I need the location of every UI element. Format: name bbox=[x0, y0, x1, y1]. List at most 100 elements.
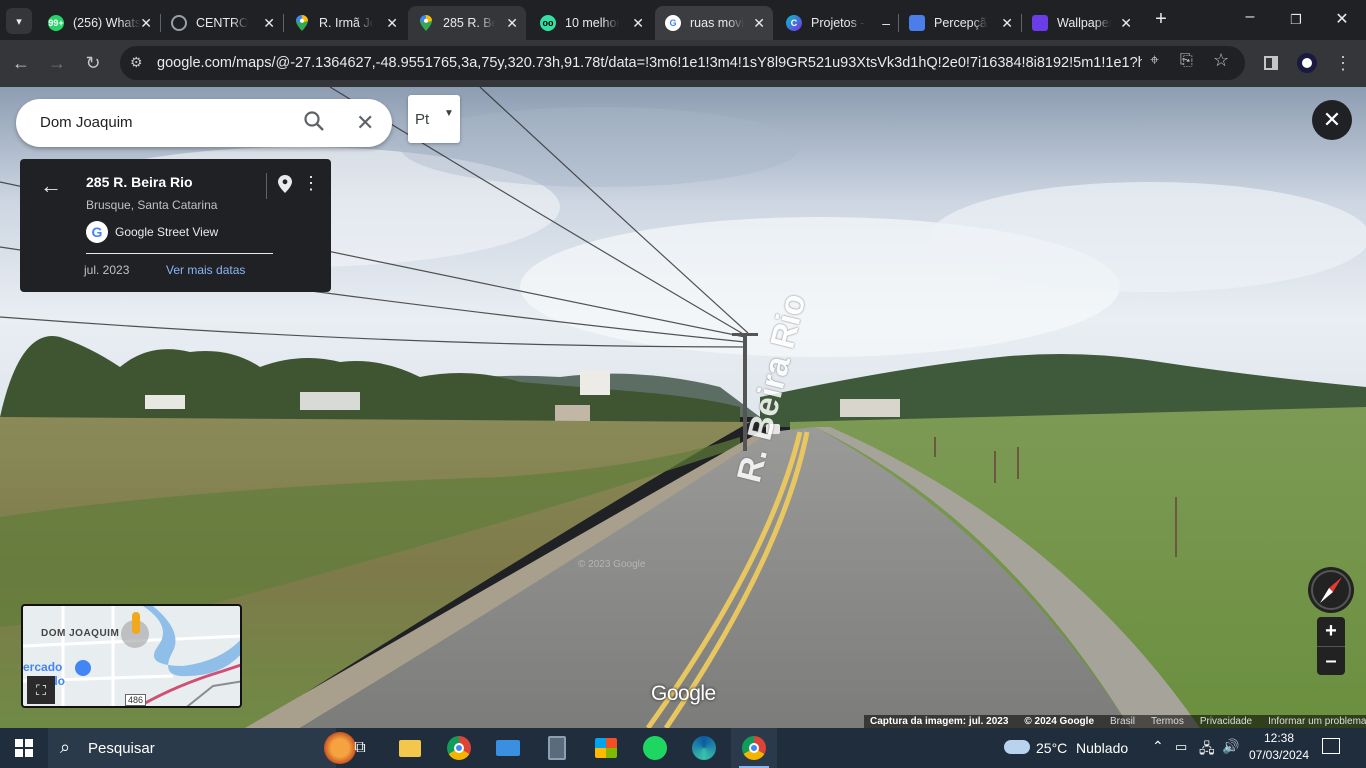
close-tab-icon[interactable]: ✕ bbox=[632, 15, 644, 32]
location-icon[interactable]: ⌖ bbox=[1150, 52, 1159, 70]
street-view-panorama[interactable]: R. Beira Rio © 2023 Google Dom Joaquim ✕… bbox=[0, 87, 1366, 728]
close-tab-icon[interactable]: – bbox=[882, 15, 890, 31]
search-icon[interactable] bbox=[303, 110, 325, 137]
arrow-right-icon: → bbox=[48, 52, 66, 73]
spotify-icon bbox=[643, 736, 667, 760]
minimap[interactable]: DOM JOAQUIM ercado olo 486 ⛶ bbox=[21, 604, 242, 708]
bookmark-star-icon[interactable]: ☆ bbox=[1213, 50, 1229, 71]
terms-link[interactable]: Termos bbox=[1151, 716, 1184, 727]
zoom-out-button[interactable]: – bbox=[1317, 646, 1345, 675]
close-tab-icon[interactable]: ✕ bbox=[506, 15, 518, 32]
close-window-button[interactable]: ✕ bbox=[1330, 8, 1354, 32]
close-tab-icon[interactable]: ✕ bbox=[1120, 15, 1132, 32]
clock-date: 07/03/2024 bbox=[1248, 748, 1310, 762]
more-options-icon[interactable]: ⋮ bbox=[302, 173, 320, 194]
avatar bbox=[1297, 53, 1317, 73]
side-panel-button[interactable] bbox=[1258, 50, 1284, 76]
tab-ruas-movimentadas[interactable]: G ruas movimentadas ✕ bbox=[655, 6, 773, 40]
language-button[interactable]: Pt ▼ bbox=[408, 95, 460, 143]
volume-icon[interactable]: 🔊 bbox=[1222, 738, 1239, 755]
slides-icon bbox=[909, 15, 925, 31]
minimap-poi-label: ercado bbox=[23, 660, 63, 674]
forward-button[interactable]: → bbox=[44, 50, 70, 76]
back-button[interactable]: ← bbox=[8, 50, 34, 76]
folder-icon bbox=[399, 739, 421, 757]
compass-button[interactable] bbox=[1308, 567, 1354, 613]
close-tab-icon[interactable]: ✕ bbox=[386, 15, 398, 32]
calculator-icon bbox=[548, 736, 566, 760]
notifications-button[interactable] bbox=[1322, 738, 1344, 758]
arrow-left-icon: ← bbox=[12, 52, 30, 73]
tab-beira-rio[interactable]: 285 R. Beira Rio ✕ bbox=[408, 6, 526, 40]
language-dropdown-icon[interactable]: ▼ bbox=[444, 108, 454, 119]
privacy-link[interactable]: Privacidade bbox=[1200, 716, 1252, 727]
pegman-icon bbox=[121, 612, 149, 648]
zoom-controls: + – bbox=[1317, 617, 1345, 675]
file-explorer-button[interactable] bbox=[396, 734, 424, 762]
spotify-button[interactable] bbox=[641, 734, 669, 762]
install-app-icon[interactable]: ⎘ bbox=[1180, 52, 1193, 70]
maps-pin-icon bbox=[418, 15, 434, 31]
country-link[interactable]: Brasil bbox=[1110, 716, 1135, 727]
edge-icon bbox=[692, 736, 716, 760]
calculator-button[interactable] bbox=[543, 734, 571, 762]
address-title: 285 R. Beira Rio bbox=[86, 174, 193, 190]
edge-button[interactable] bbox=[690, 734, 718, 762]
zoom-in-button[interactable]: + bbox=[1317, 617, 1345, 646]
taskbar-search-placeholder: Pesquisar bbox=[88, 740, 155, 757]
start-button[interactable] bbox=[10, 734, 38, 762]
network-icon[interactable]: 🖧 bbox=[1199, 738, 1215, 762]
tab-canva[interactable]: C Projetos - Canva – bbox=[776, 6, 898, 40]
chevron-up-icon[interactable]: ⌃ bbox=[1152, 738, 1164, 755]
tab-wallpaper[interactable]: Wallpaper ✕ bbox=[1022, 6, 1140, 40]
tab-tripadvisor[interactable]: oo 10 melhores ✕ bbox=[530, 6, 652, 40]
url-text[interactable]: google.com/maps/@-27.1364627,-48.9551765… bbox=[157, 55, 1142, 71]
weather-desc: Nublado bbox=[1076, 740, 1129, 756]
minimize-button[interactable]: – bbox=[1238, 8, 1262, 32]
profile-button[interactable] bbox=[1294, 50, 1320, 76]
tab-title: R. Irmã Joana bbox=[319, 16, 373, 30]
tab-centro[interactable]: CENTRO DE ✕ bbox=[161, 6, 283, 40]
chrome-button[interactable] bbox=[445, 734, 473, 762]
task-view-button[interactable]: ⧉ bbox=[346, 734, 374, 762]
tab-search-button[interactable]: ▾ bbox=[6, 8, 32, 34]
tab-whatsapp[interactable]: 99+ (256) WhatsApp ✕ bbox=[38, 6, 160, 40]
tab-title: 10 melhores bbox=[565, 16, 619, 30]
tab-percepcao[interactable]: Percepção ✕ bbox=[899, 6, 1021, 40]
tab-title: CENTRO DE bbox=[196, 16, 248, 30]
location-pin-icon[interactable] bbox=[278, 175, 292, 198]
expand-map-button[interactable]: ⛶ bbox=[27, 676, 55, 704]
tab-title: Projetos - Canva bbox=[811, 16, 865, 30]
windows-icon bbox=[15, 739, 33, 757]
search-input[interactable]: Dom Joaquim bbox=[40, 114, 133, 131]
close-tab-icon[interactable]: ✕ bbox=[1001, 15, 1013, 32]
report-problem-link[interactable]: Informar um problema bbox=[1268, 716, 1366, 727]
google-icon: G bbox=[665, 15, 681, 31]
site-settings-icon[interactable]: ⚙ bbox=[130, 54, 143, 71]
back-arrow-icon[interactable]: ← bbox=[40, 173, 62, 199]
tab-title: (256) WhatsApp bbox=[73, 16, 141, 30]
menu-button[interactable]: ⋮ bbox=[1330, 50, 1356, 76]
reload-button[interactable]: ↻ bbox=[80, 50, 106, 76]
close-street-view-button[interactable]: ✕ bbox=[1312, 100, 1352, 140]
tab-strip: ▾ 99+ (256) WhatsApp ✕ CENTRO DE ✕ R. Ir… bbox=[0, 0, 1366, 40]
close-tab-icon[interactable]: ✕ bbox=[753, 15, 765, 32]
weather-widget[interactable]: 25°C Nublado bbox=[1002, 728, 1132, 768]
address-bar[interactable]: ⚙ google.com/maps/@-27.1364627,-48.95517… bbox=[120, 46, 1245, 80]
close-tab-icon[interactable]: ✕ bbox=[263, 15, 275, 32]
google-icon: G bbox=[86, 221, 108, 243]
more-dates-link[interactable]: Ver mais datas bbox=[166, 263, 245, 277]
restore-button[interactable]: ❐ bbox=[1284, 8, 1308, 32]
tab-irma-joana[interactable]: R. Irmã Joana ✕ bbox=[284, 6, 406, 40]
new-tab-button[interactable]: + bbox=[1150, 8, 1172, 30]
clear-search-icon[interactable]: ✕ bbox=[356, 110, 374, 136]
mail-button[interactable] bbox=[494, 734, 522, 762]
chrome-active-button[interactable] bbox=[731, 728, 777, 768]
close-tab-icon[interactable]: ✕ bbox=[140, 15, 152, 32]
taskbar-search[interactable]: ⌕ Pesquisar bbox=[48, 728, 356, 768]
store-button[interactable] bbox=[592, 734, 620, 762]
fullscreen-icon: ⛶ bbox=[36, 681, 46, 698]
meet-icon[interactable]: ▭ bbox=[1175, 739, 1187, 755]
clock[interactable]: 12:38 07/03/2024 bbox=[1244, 731, 1314, 762]
chevron-down-icon: ▾ bbox=[16, 15, 22, 28]
